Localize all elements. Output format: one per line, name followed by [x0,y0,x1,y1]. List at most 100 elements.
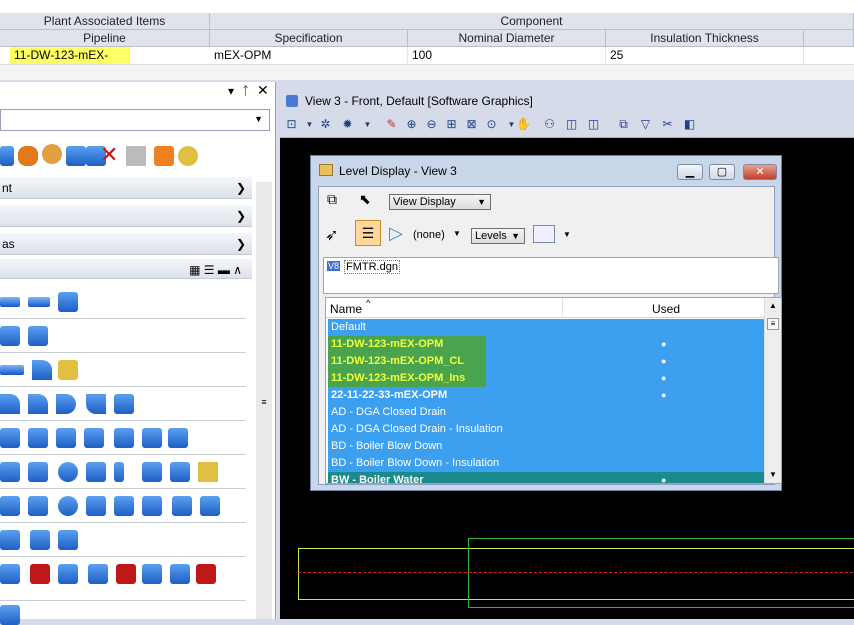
flange-icon[interactable] [172,496,192,516]
valve-icon[interactable] [30,564,50,584]
level-row[interactable]: 11-DW-123-mEX-OPM ● [328,336,766,353]
tool-icon-9[interactable] [178,146,198,166]
elbow-icon[interactable] [114,394,134,414]
level-row[interactable]: 11-DW-123-mEX-OPM_CL ● [328,353,766,370]
update-icon[interactable]: ✎ [384,117,399,132]
level-row-selected[interactable]: BW - Boiler Water ● [328,472,766,483]
filter-value[interactable]: (none) [413,229,445,241]
select-icon[interactable]: ⬉ [359,191,371,208]
level-row[interactable]: BD - Boiler Blow Down - Insulation [328,455,766,472]
clip-volume-icon[interactable]: ▽ [638,117,653,132]
tool-icon-3[interactable] [42,144,62,164]
flange-icon[interactable] [142,496,162,516]
flange-icon[interactable] [28,496,48,516]
valve-icon[interactable] [196,564,216,584]
level-list-scrollbar[interactable]: ▲ ≡ ▼ [764,298,781,483]
cell-specification[interactable]: mEX-OPM [210,47,408,64]
pipe-icon[interactable] [0,297,20,307]
close-button[interactable]: ✕ [743,164,777,180]
level-row[interactable]: 11-DW-123-mEX-OPM_Ins ● [328,370,766,387]
component-icon[interactable] [58,360,78,380]
scroll-thumb[interactable]: ≡ [767,318,779,330]
window-area-icon[interactable]: ⊞ [444,117,459,132]
component-icon[interactable] [170,462,190,482]
walk-icon[interactable]: ⚇ [542,117,557,132]
valve-icon[interactable] [116,564,136,584]
reducer-icon[interactable] [28,297,50,307]
flange-icon[interactable] [114,496,134,516]
view-attributes-icon[interactable]: ⊡ [284,117,299,132]
wye-icon[interactable] [0,428,20,448]
level-row[interactable]: Default [328,319,766,336]
level-row[interactable]: AD - DGA Closed Drain [328,404,766,421]
scroll-down-icon[interactable]: ▼ [769,470,777,479]
tool-icon-7[interactable] [126,146,146,166]
target-views-icon[interactable]: ⧉ [327,191,337,208]
rotate-view-icon[interactable]: ⊙ [484,117,499,132]
flange-icon[interactable] [0,496,20,516]
component-icon[interactable] [28,462,48,482]
tool-icon-4[interactable] [66,146,86,166]
return-bend-icon[interactable] [56,394,76,414]
lateral-icon[interactable] [56,428,76,448]
lights-icon[interactable]: ✹ [340,117,355,132]
valve-icon[interactable] [88,564,108,584]
col-header-specification[interactable]: Specification [210,30,408,47]
col-header-insulation-thickness[interactable]: Insulation Thickness [606,30,804,47]
catalog-combobox[interactable]: ▼ [0,109,270,131]
valve-icon[interactable] [0,605,20,625]
flange-icon[interactable] [86,496,106,516]
pin-icon[interactable]: ᛏ [242,84,249,98]
strainer-icon[interactable] [58,564,78,584]
chevron-down-icon[interactable]: ▼ [254,114,263,124]
zoom-out-icon[interactable]: ⊖ [424,117,439,132]
level-row[interactable]: 22-11-22-33-mEX-OPM ● [328,387,766,404]
valve-icon[interactable] [142,564,162,584]
chevron-down-icon[interactable]: ▼ [563,230,571,239]
panel-scrollbar[interactable]: ≡ [256,182,272,619]
scroll-up-icon[interactable]: ▲ [769,301,777,310]
mode-select[interactable]: View Display ▼ [389,194,491,210]
grid-hscroll[interactable] [0,64,854,80]
panel-dropdown-control[interactable]: ▾ [228,84,234,98]
cell-pipeline[interactable]: 11-DW-123-mEX-OPM [10,47,130,79]
clip-mask-icon[interactable]: ✂ [660,117,675,132]
lateral-icon[interactable] [84,428,104,448]
minimize-button[interactable]: ▁ [677,164,703,180]
chevron-down-icon[interactable]: ▼ [302,117,317,132]
level-list-icon[interactable]: ☰ [355,220,381,246]
gasket-icon[interactable] [58,530,78,550]
fit-view-icon[interactable]: ⊠ [464,117,479,132]
pan-icon[interactable]: ✋ [516,117,531,132]
view-mode-icons[interactable]: ▦ ☰ ▬ ∧ [189,259,242,281]
elbow-icon[interactable] [28,394,48,414]
component-icon[interactable] [142,462,162,482]
accordion-section-3[interactable]: as ❯ [0,233,252,255]
flange-icon[interactable] [200,496,220,516]
col-header-pipeline[interactable]: Pipeline [0,30,210,47]
cell-insulation-thickness[interactable]: 25 [606,47,804,64]
cell-nominal-diameter[interactable]: 100 [408,47,606,64]
close-icon[interactable]: ✕ [257,82,269,99]
delete-icon[interactable]: ✕ [100,144,118,166]
next-view-icon[interactable]: ◫ [586,117,601,132]
component-icon[interactable] [0,462,20,482]
accordion-section-2[interactable]: ❯ [0,205,252,227]
col-header-nominal-diameter[interactable]: Nominal Diameter [408,30,606,47]
saved-views-icon[interactable]: ◧ [682,117,697,132]
elbow-icon[interactable] [0,394,20,414]
pipe-icon[interactable] [0,365,24,375]
component-icon[interactable] [198,462,218,482]
cap-icon[interactable] [58,462,78,482]
edit-levels-icon[interactable] [533,225,555,243]
elbow-icon[interactable] [86,394,106,414]
level-row[interactable]: AD - DGA Closed Drain - Insulation [328,421,766,438]
wye-icon[interactable] [28,428,48,448]
pointer-layers-icon[interactable]: ➶ [325,225,338,245]
gasket-icon[interactable] [0,530,20,550]
valve-icon[interactable] [170,564,190,584]
valve-icon[interactable] [0,564,20,584]
component-icon[interactable] [0,326,20,346]
name-column-header[interactable]: Name [330,302,362,316]
cross-icon[interactable] [142,428,162,448]
